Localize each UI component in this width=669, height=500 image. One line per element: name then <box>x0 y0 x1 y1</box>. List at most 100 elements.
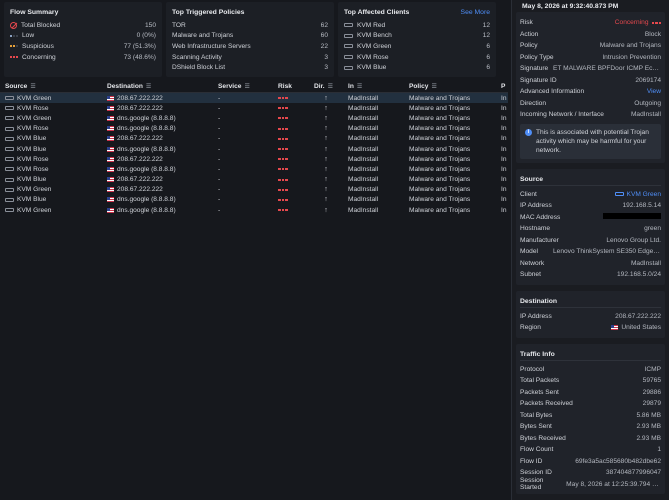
policy-row[interactable]: Scanning Activity 3 <box>172 52 328 63</box>
flow-summary-concerning: Concerning 73 (48.6%) <box>10 52 156 63</box>
column-header-direction[interactable]: Dir. ☰ <box>309 83 343 90</box>
top-clients-card: Top Affected Clients See More KVM Red 12 … <box>338 2 496 77</box>
detail-row: Client KVM Green <box>520 190 661 198</box>
server-icon <box>5 187 14 192</box>
client-row[interactable]: KVM Blue 6 <box>344 62 490 73</box>
cell-direction: ↑ <box>324 165 328 173</box>
detail-row: Incoming Network / Interface MadInstall <box>520 111 661 119</box>
table-row[interactable]: KVM Blue 208.67.222.222- ↑ MadInstall Malwar… <box>0 134 508 144</box>
detail-summary-list: Risk Concerning Action Block Policy Malware a… <box>520 17 661 121</box>
view-link[interactable]: View <box>647 88 661 95</box>
cell-source: KVM Blue <box>0 176 102 183</box>
policy-row[interactable]: DShield Block List 3 <box>172 62 328 73</box>
source-list: Client KVM Green IP Address 192.168.5.14 MAC… <box>520 189 661 281</box>
filter-icon[interactable]: ☰ <box>244 83 249 90</box>
cell-in: MadInstall <box>348 135 379 143</box>
cell-service: - <box>218 196 221 204</box>
detail-row: Total Bytes 5.86 MB <box>520 411 661 419</box>
table-row[interactable]: KVM Green dns.google (8.8.8.8) - ↑ MadInstal… <box>0 113 508 123</box>
table-row[interactable]: KVM Green dns.google (8.8.8.8) - ↑ MadInstal… <box>0 205 508 215</box>
server-icon <box>5 208 14 213</box>
cell-direction: ↑ <box>324 176 328 184</box>
detail-row: Signature ID 2069174 <box>520 76 661 84</box>
detail-row: IP Address 192.168.5.14 <box>520 202 661 210</box>
cell-policy: Malware and Trojans <box>409 176 471 184</box>
risk-concerning-icon <box>278 148 288 151</box>
filter-icon[interactable]: ☰ <box>431 83 436 90</box>
us-flag-icon <box>107 126 114 132</box>
client-row[interactable]: KVM Rose 6 <box>344 52 490 63</box>
column-header-policy[interactable]: Policy ☰ <box>404 83 496 90</box>
cell-source: KVM Green <box>0 207 102 214</box>
cell-in: MadInstall <box>348 145 379 153</box>
cell-risk <box>273 188 309 191</box>
cell-risk <box>273 107 309 110</box>
column-header-destination[interactable]: Destination ☰ <box>102 83 213 90</box>
table-row[interactable]: KVM Blue 208.67.222.222- ↑ MadInstall Malwar… <box>0 175 508 185</box>
top-clients-title: Top Affected Clients See More <box>344 9 490 16</box>
us-flag-icon <box>107 187 114 193</box>
redacted-value <box>603 213 661 220</box>
cell-direction: ↑ <box>324 104 328 112</box>
top-policies-card: Top Triggered Policies TOR 62 Malware and… <box>166 2 334 77</box>
detail-row: IP Address 208.67.222.222 <box>520 312 661 320</box>
traffic-list: Protocol ICMP Total Packets 59765 Packets Se… <box>520 364 661 492</box>
table-row[interactable]: KVM Green 208.67.222.222- ↑ MadInstall Malwa… <box>0 93 508 104</box>
cell-in: MadInstall <box>348 176 379 184</box>
us-flag-icon <box>107 105 114 111</box>
filter-icon[interactable]: ☰ <box>30 83 35 90</box>
column-header-service[interactable]: Service ☰ <box>213 83 273 90</box>
filter-icon[interactable]: ☰ <box>357 83 362 90</box>
column-header-source[interactable]: Source ☰ <box>0 83 102 90</box>
top-policies-title: Top Triggered Policies <box>172 9 245 16</box>
policy-row[interactable]: Web Infrastructure Servers 22 <box>172 41 328 52</box>
filter-icon[interactable]: ☰ <box>146 83 151 90</box>
us-flag-icon <box>611 325 619 331</box>
client-row[interactable]: KVM Bench 12 <box>344 31 490 42</box>
source-section: Source Client KVM Green IP Address 192.168.… <box>516 168 665 285</box>
table-row[interactable]: KVM Rose 208.67.222.222- ↑ MadInstall Malwar… <box>0 103 508 113</box>
table-row[interactable]: KVM Green 208.67.222.222- ↑ MadInstall Malwa… <box>0 185 508 195</box>
detail-timestamp: May 8, 2026 at 9:32:40.873 PM <box>522 2 619 10</box>
cell-extra: In <box>501 165 507 173</box>
cell-destination: dns.google (8.8.8.8) <box>102 146 213 153</box>
destination-title: Destination <box>520 296 661 308</box>
cell-direction: ↑ <box>324 145 328 153</box>
detail-row: Bytes Sent 2.93 MB <box>520 423 661 431</box>
cell-in: MadInstall <box>348 94 379 102</box>
cell-destination: 208.67.222.222 <box>102 105 213 112</box>
traffic-title: Traffic Info <box>520 349 661 361</box>
column-header-extra[interactable]: P <box>496 83 508 90</box>
detail-row: Hostname green <box>520 225 661 233</box>
policy-row[interactable]: TOR 62 <box>172 20 328 31</box>
detail-row: Policy Type Intrusion Prevention <box>520 53 661 61</box>
cell-service: - <box>218 165 221 173</box>
detail-row: Region United States <box>520 324 661 332</box>
risk-concerning-icon <box>278 127 288 130</box>
server-icon <box>5 106 14 111</box>
risk-concerning-icon <box>278 198 288 201</box>
table-row[interactable]: KVM Rose dns.google (8.8.8.8) - ↑ MadInstall… <box>0 164 508 174</box>
policy-row[interactable]: Malware and Trojans 60 <box>172 31 328 42</box>
filter-icon[interactable]: ☰ <box>328 83 333 90</box>
cell-service: - <box>218 206 221 214</box>
table-row[interactable]: KVM Blue dns.google (8.8.8.8) - ↑ MadInstall… <box>0 144 508 154</box>
cell-destination: 208.67.222.222 <box>102 176 213 183</box>
cell-in: MadInstall <box>348 186 379 194</box>
cell-extra: In <box>501 135 507 143</box>
table-row[interactable]: KVM Rose dns.google (8.8.8.8) - ↑ MadInstall… <box>0 124 508 134</box>
cell-direction: ↑ <box>324 114 328 122</box>
see-more-link[interactable]: See More <box>461 9 490 16</box>
column-header-in[interactable]: In ☰ <box>343 83 404 90</box>
table-row[interactable]: KVM Rose 208.67.222.222- ↑ MadInstall Malwar… <box>0 154 508 164</box>
client-row[interactable]: KVM Red 12 <box>344 20 490 31</box>
cell-in: MadInstall <box>348 104 379 112</box>
cell-service: - <box>218 114 221 122</box>
cell-extra: In <box>501 114 507 122</box>
cell-source: KVM Rose <box>0 105 102 112</box>
cell-risk <box>273 158 309 161</box>
table-row[interactable]: KVM Blue dns.google (8.8.8.8) - ↑ MadInstall… <box>0 195 508 205</box>
column-header-risk[interactable]: Risk <box>273 83 309 90</box>
detail-row: Risk Concerning <box>520 17 661 29</box>
client-row[interactable]: KVM Green 6 <box>344 41 490 52</box>
